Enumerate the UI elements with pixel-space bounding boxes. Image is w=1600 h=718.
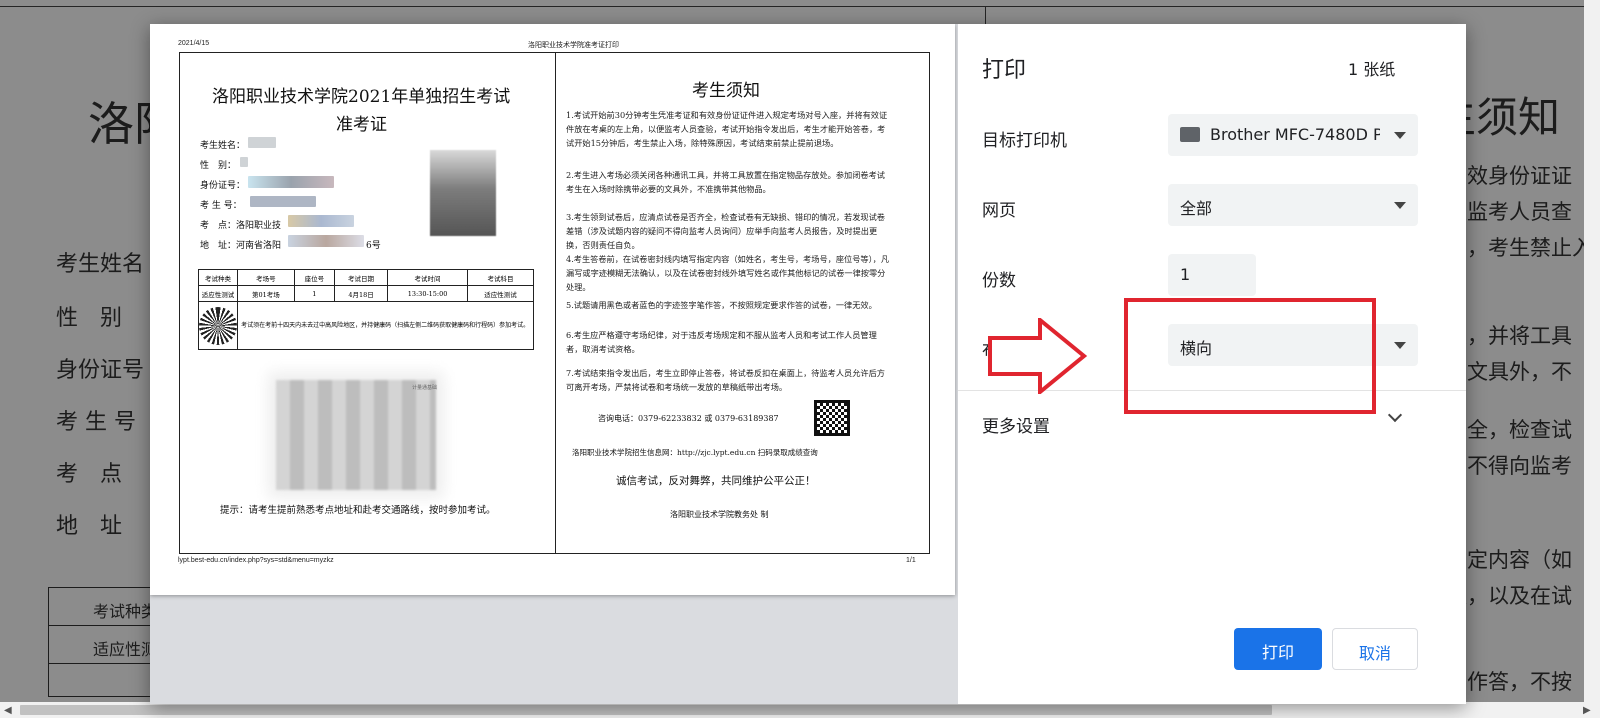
health-qr-cell [197,301,239,350]
table-header: 考试种类 [197,269,239,286]
sheet-count: 1 张纸 [1348,60,1396,79]
copies-input-value: 1 [1180,265,1191,284]
more-settings-label: 更多设置 [982,417,1050,437]
table-header: 考试时间 [387,269,469,286]
table-cell: 第01考场 [237,285,295,302]
redacted-address [288,235,364,247]
redacted-id [248,176,334,188]
scroll-right-icon[interactable]: ▶ [1583,705,1591,716]
notice-rule: 6.考生应严格遵守考场纪律，对于违反考场规定和不服从监考人员和考试工作人员管理者… [566,330,877,354]
field-exam-no: 考 生 号： [200,201,242,211]
chevron-down-icon [1394,132,1406,139]
notice-rule: 7.考试结束指令发出后，考生立即停止答卷，将试卷反扣在桌面上，待监考人员允许后方… [566,368,885,392]
health-note: 考试须在考前十四天内未去过中高风险地区，并持健康码（扫描左侧二维码获取健康码和行… [237,301,534,350]
notice-rule: 2.考生进入考场必须关闭各种通讯工具，并将工具放置在指定物品存放处。参加闭卷考试… [566,170,885,194]
cancel-button[interactable]: 取消 [1332,628,1418,670]
id-card-image [276,380,436,490]
ticket-subtitle: 准考证 [336,115,387,135]
redacted-site [288,215,354,227]
page-header-title: 洛阳职业技术学院准考证打印 [528,42,619,49]
notice-issuer: 洛阳职业技术学院教务处 制 [670,510,769,519]
ticket-tip: 提示：请考生提前熟悉考点地址和赴考交通路线，按时参加考试。 [220,505,496,516]
redacted-exam-no [250,196,316,207]
copies-label: 份数 [982,271,1016,291]
dialog-title: 打印 [982,58,1027,83]
scrollbar-thumb[interactable] [20,705,1272,715]
field-address: 地 址：河南省洛阳 [200,241,282,251]
table-header: 考试日期 [333,269,389,286]
scroll-left-icon[interactable]: ◀ [4,705,12,716]
ticket-title: 洛阳职业技术学院2021年单独招生考试 [212,87,511,107]
chevron-down-icon [1394,202,1406,209]
notice-rule: 4.考生答卷前，在试卷密封线内填写指定内容（如姓名，考生号，考场号，座位号等），… [566,254,890,292]
enrollment-qr-icon [814,400,850,436]
copies-input[interactable]: 1 [1168,254,1256,296]
printer-select[interactable]: Brother MFC-7480D Pr [1168,114,1418,156]
print-button[interactable]: 打印 [1234,628,1322,670]
redacted-name [248,137,276,148]
notice-slogan: 诚信考试，反对舞弊，共同维护公平公正！ [616,475,816,487]
annotation-arrow-icon [988,318,1088,394]
printer-icon [1180,127,1200,142]
printer-select-value: Brother MFC-7480D Pr [1210,125,1380,144]
notice-rule: 5.试题请用黑色或者蓝色的字迹签字笔作答，不按照规定要求作答的试卷，一律无效。 [566,300,877,310]
preview-page: 2021/4/15 洛阳职业技术学院准考证打印 洛阳职业技术学院2021年单独招… [150,24,955,595]
field-name: 考生姓名： [200,141,246,151]
frame-divider [555,53,556,553]
notice-rule: 3.考生领到试卷后，应清点试卷是否齐全，检查试卷有无缺损、错印的情况，若发现试卷… [566,212,885,250]
field-site: 考 点：洛阳职业技 [200,221,282,231]
annotation-highlight-box [1124,298,1376,414]
chevron-down-icon [1394,342,1406,349]
notice-title: 考生须知 [692,81,760,101]
field-gender: 性 别： [200,161,237,171]
address-tail: 6号 [366,241,381,251]
table-cell: 适应性测试 [197,285,239,302]
pages-select-value: 全部 [1180,199,1213,218]
table-cell: 4月18日 [333,285,389,302]
table-cell: 适应性测试 [467,285,534,302]
pages-label: 网页 [982,201,1016,221]
printer-label: 目标打印机 [982,131,1067,151]
table-cell: 13:30-15:00 [387,285,469,302]
chevron-down-icon [1387,407,1403,423]
table-header: 考场号 [237,269,295,286]
notice-rule: 1.考试开始前30分钟考生凭准考证和有效身份证证件进入规定考场对号入座，并将有效… [566,110,888,148]
page-footer-url: lypt.best-edu.cn/index.php?sys=std&menu=… [178,557,334,564]
notice-website: 洛阳职业技术学院招生信息网：http://zjc.lypt.edu.cn 扫码录… [572,448,818,457]
vertical-scrollbar[interactable] [1584,0,1600,702]
health-qr-icon [199,306,238,345]
id-card-watermark: 计量通基础 [412,385,438,391]
page-header-date: 2021/4/15 [178,40,210,47]
table-header: 座位号 [293,269,335,286]
table-cell: 1 [293,285,335,302]
redacted-gender [240,157,248,167]
pages-select[interactable]: 全部 [1168,184,1418,226]
exam-table: 考试种类 考场号 座位号 考试日期 考试时间 考试科目 适应性测试 第01考场 … [197,269,534,350]
candidate-photo [430,150,496,236]
table-header: 考试科目 [467,269,534,286]
notice-phone: 咨询电话：0379-62233832 或 0379-63189387 [598,414,779,423]
field-id: 身份证号： [200,181,246,191]
page-footer-number: 1/1 [906,557,916,564]
horizontal-scrollbar[interactable]: ◀ ▶ [0,702,1600,718]
print-preview: 2021/4/15 洛阳职业技术学院准考证打印 洛阳职业技术学院2021年单独招… [150,24,958,704]
